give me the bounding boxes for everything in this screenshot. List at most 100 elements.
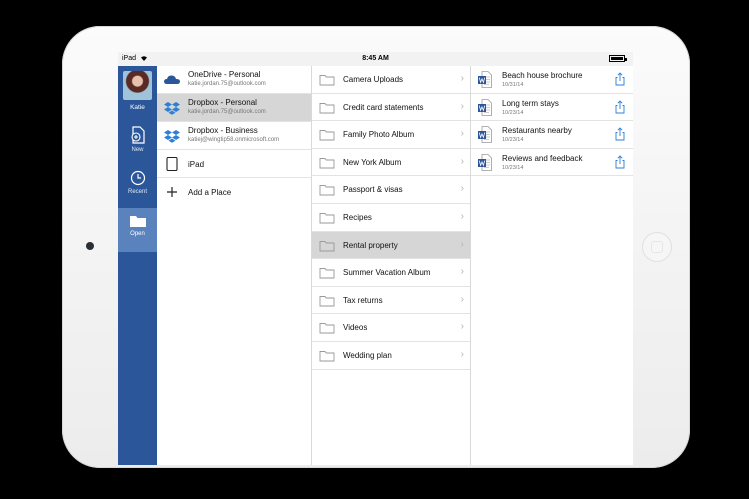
folder-icon — [319, 213, 335, 224]
place-account: katiej@wingtip58.onmicrosoft.com — [188, 137, 280, 143]
folder-name: Tax returns — [343, 295, 383, 305]
folder-name: Wedding plan — [343, 350, 392, 360]
folder-name: Summer Vacation Album — [343, 268, 431, 278]
user-name: Katie — [130, 104, 145, 111]
place-onedrive-personal[interactable]: OneDrive - Personal katie.jordan.75@outl… — [157, 66, 311, 94]
place-name: Dropbox - Personal — [188, 98, 257, 107]
document-date: 10/23/14 — [502, 109, 524, 116]
word-document-icon — [478, 98, 492, 116]
folder-name: Videos — [343, 323, 368, 333]
dropbox-icon — [164, 130, 180, 143]
chevron-right-icon: › — [460, 73, 464, 84]
folder-icon — [319, 75, 335, 86]
cloud-icon — [164, 75, 180, 84]
clock-icon — [130, 170, 145, 186]
folders-pane: Camera Uploads › Credit card statements › Fa… — [312, 66, 471, 465]
rail-item-label: Recent — [127, 189, 147, 195]
chevron-right-icon: › — [460, 183, 464, 195]
folder-open-icon — [129, 216, 146, 227]
folder-row[interactable]: Tax returns › — [312, 287, 470, 315]
document-date: 10/31/14 — [502, 82, 524, 88]
ipad-icon — [166, 157, 178, 171]
document-row[interactable]: Reviews and feedback 10/23/14 — [471, 149, 633, 177]
place-account: katie.jordan.75@outlook.com — [188, 109, 266, 115]
folder-icon — [319, 295, 335, 307]
place-dropbox-personal[interactable]: Dropbox - Personal katie.jordan.75@outlo… — [157, 94, 311, 122]
status-bar: iPad 8:45 AM — [118, 52, 633, 66]
chevron-right-icon: › — [460, 100, 464, 112]
ipad-frame: iPad 8:45 AM Katie New Recent Open OneDr… — [62, 26, 690, 468]
folder-row[interactable]: Credit card statements › — [312, 94, 470, 122]
place-name: Add a Place — [188, 188, 232, 197]
chevron-right-icon: › — [460, 266, 464, 278]
folder-row[interactable]: Recipes › — [312, 204, 470, 232]
chevron-right-icon: › — [460, 128, 464, 140]
place-dropbox-business[interactable]: Dropbox - Business katiej@wingtip58.onmi… — [157, 122, 311, 150]
document-name: Long term stays — [502, 98, 559, 108]
chevron-right-icon: › — [460, 155, 464, 167]
front-camera — [86, 242, 94, 250]
folder-name: Family Photo Album — [343, 130, 415, 140]
folder-icon — [319, 130, 335, 141]
place-name: Dropbox - Business — [188, 126, 258, 135]
share-icon[interactable] — [615, 127, 625, 141]
folder-name: New York Album — [343, 157, 402, 167]
word-document-icon — [478, 71, 492, 88]
word-document-icon — [478, 126, 492, 144]
folder-icon — [319, 102, 335, 114]
folder-row[interactable]: Wedding plan › — [312, 342, 470, 370]
folder-icon — [319, 350, 335, 362]
folder-icon — [319, 323, 335, 334]
battery-icon — [609, 55, 627, 62]
plus-icon — [167, 187, 177, 197]
place-account: katie.jordan.75@outlook.com — [188, 81, 266, 87]
folder-row[interactable]: Rental property › — [312, 231, 470, 260]
document-row[interactable]: Restaurants nearby 10/23/14 — [471, 121, 633, 149]
folder-icon — [319, 185, 335, 196]
folder-row[interactable]: Camera Uploads › — [312, 66, 470, 94]
document-name: Beach house brochure — [502, 71, 583, 80]
places-pane: OneDrive - Personal katie.jordan.75@outl… — [157, 66, 312, 465]
status-time: 8:45 AM — [362, 55, 389, 62]
add-place-button[interactable]: Add a Place — [157, 178, 311, 206]
document-name: Reviews and feedback — [502, 153, 583, 163]
folder-row[interactable]: New York Album › — [312, 149, 470, 177]
place-name: iPad — [188, 160, 205, 169]
folder-name: Passport & visas — [343, 185, 403, 195]
folder-name: Recipes — [343, 212, 372, 222]
word-document-icon — [478, 153, 492, 171]
place-ipad[interactable]: iPad — [157, 150, 311, 178]
chevron-right-icon: › — [460, 238, 464, 250]
screen: iPad 8:45 AM Katie New Recent Open OneDr… — [118, 52, 633, 465]
folder-row[interactable]: Videos › — [312, 314, 470, 342]
status-right — [609, 55, 627, 62]
document-date: 10/23/14 — [502, 164, 524, 171]
rail-item-label: New — [131, 147, 144, 153]
documents-pane: Beach house brochure 10/31/14 Long term st… — [471, 66, 633, 465]
document-date: 10/23/14 — [502, 137, 524, 144]
folder-icon — [319, 268, 335, 279]
document-row[interactable]: Beach house brochure 10/31/14 — [471, 66, 633, 94]
document-row[interactable]: Long term stays 10/23/14 — [471, 94, 633, 122]
folder-row[interactable]: Summer Vacation Album › — [312, 259, 470, 287]
rail-item-open[interactable]: Open — [118, 208, 157, 252]
rail-item-recent[interactable]: Recent — [118, 164, 157, 208]
folder-name: Rental property — [343, 240, 398, 250]
folder-row[interactable]: Family Photo Album › — [312, 121, 470, 149]
share-icon[interactable] — [615, 155, 625, 169]
folder-icon — [319, 240, 335, 252]
share-icon[interactable] — [615, 99, 625, 114]
share-icon[interactable] — [615, 72, 625, 86]
avatar[interactable] — [123, 71, 152, 100]
place-name: OneDrive - Personal — [188, 70, 261, 79]
folder-name: Credit card statements — [343, 102, 424, 112]
document-name: Restaurants nearby — [502, 126, 572, 136]
home-button[interactable] — [642, 232, 672, 262]
folder-icon — [319, 157, 335, 169]
folder-row[interactable]: Passport & visas › — [312, 176, 470, 204]
rail-item-new[interactable]: New — [118, 120, 157, 164]
app-rail: Katie New Recent Open — [118, 66, 157, 465]
dropbox-icon — [164, 102, 180, 115]
rail-item-label: Open — [130, 231, 145, 237]
chevron-right-icon: › — [460, 210, 464, 222]
